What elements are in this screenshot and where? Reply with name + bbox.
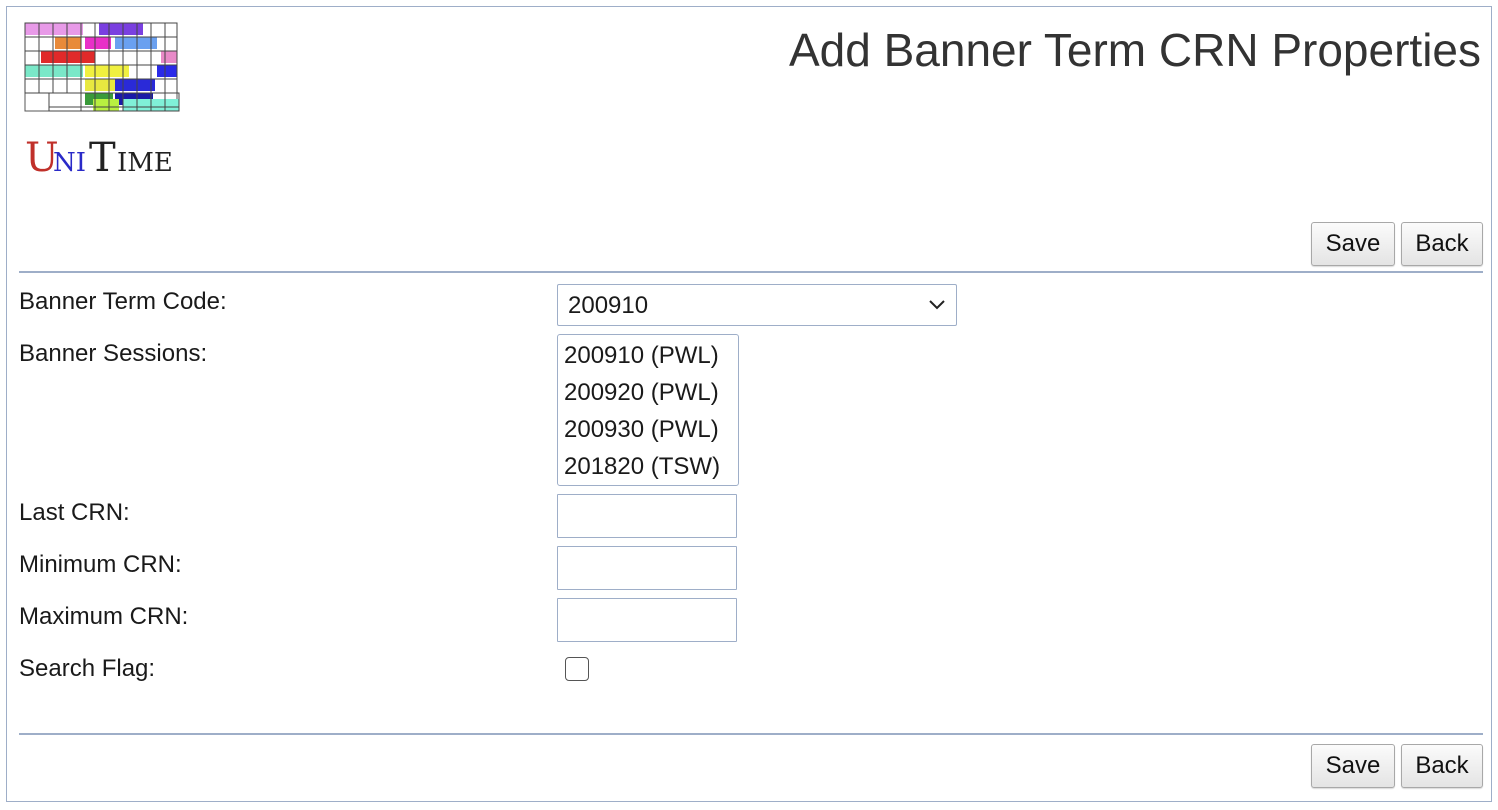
min-crn-label: Minimum CRN: xyxy=(19,551,182,578)
session-option[interactable]: 200920 (PWL) xyxy=(558,374,738,411)
save-button-bottom[interactable]: Save xyxy=(1311,744,1395,788)
save-button-top[interactable]: Save xyxy=(1311,222,1395,266)
session-option[interactable]: 200930 (PWL) xyxy=(558,411,738,448)
header-separator xyxy=(19,271,1483,273)
unitime-logo: U NI T IME xyxy=(24,22,180,181)
svg-text:IME: IME xyxy=(117,148,173,178)
back-button-top[interactable]: Back xyxy=(1401,222,1483,266)
sessions-label: Banner Sessions: xyxy=(19,340,208,367)
min-crn-input[interactable] xyxy=(557,546,737,590)
page-frame: U NI T IME Add Banner Term CRN Propertie… xyxy=(6,6,1492,802)
chevron-down-icon xyxy=(929,300,945,310)
back-button-bottom[interactable]: Back xyxy=(1401,744,1483,788)
session-option[interactable]: 200910 (PWL) xyxy=(558,337,738,374)
max-crn-label: Maximum CRN: xyxy=(19,603,189,630)
term-code-select[interactable]: 200910 xyxy=(557,284,957,326)
max-crn-input[interactable] xyxy=(557,598,737,642)
sessions-listbox[interactable]: 200910 (PWL) 200920 (PWL) 200930 (PWL) 2… xyxy=(557,334,739,486)
page-title: Add Banner Term CRN Properties xyxy=(789,24,1481,76)
svg-text:NI: NI xyxy=(53,148,86,178)
footer-separator xyxy=(19,733,1483,735)
search-flag-checkbox[interactable] xyxy=(565,657,589,681)
search-flag-label: Search Flag: xyxy=(19,655,156,682)
session-option[interactable]: 201820 (TSW) xyxy=(558,448,738,485)
svg-text:T: T xyxy=(89,135,116,181)
last-crn-label: Last CRN: xyxy=(19,499,130,526)
last-crn-input[interactable] xyxy=(557,494,737,538)
term-code-label: Banner Term Code: xyxy=(19,288,227,315)
term-code-selected-value: 200910 xyxy=(568,292,649,319)
